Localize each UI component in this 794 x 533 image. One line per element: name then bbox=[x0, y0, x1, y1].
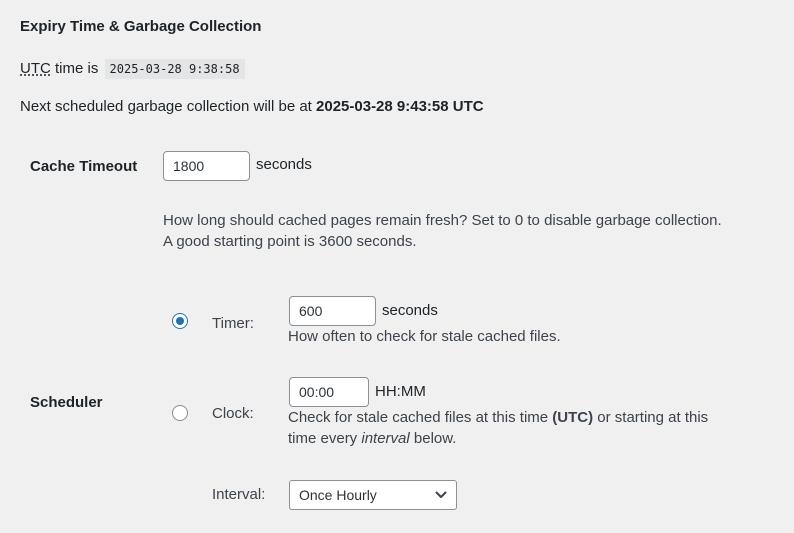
scheduler-label: Scheduler bbox=[30, 394, 103, 411]
cache-timeout-unit: seconds bbox=[256, 156, 312, 173]
utc-time-value: 2025-03-28 9:38:58 bbox=[104, 59, 245, 79]
next-gc-line: Next scheduled garbage collection will b… bbox=[20, 97, 484, 117]
timer-label: Timer: bbox=[212, 315, 254, 332]
clock-description-line1: Check for stale cached files at this tim… bbox=[288, 407, 708, 428]
interval-selected-value: Once Hourly bbox=[299, 487, 377, 503]
clock-desc-pre: Check for stale cached files at this tim… bbox=[288, 409, 553, 426]
clock-description-line2: time every interval below. bbox=[288, 428, 708, 449]
clock-label: Clock: bbox=[212, 405, 254, 422]
clock-desc2-interval: interval bbox=[361, 430, 410, 447]
cache-timeout-description: How long should cached pages remain fres… bbox=[163, 210, 722, 252]
clock-input[interactable] bbox=[289, 377, 369, 407]
garbage-collection-settings: Expiry Time & Garbage Collection UTC tim… bbox=[0, 0, 794, 533]
interval-label: Interval: bbox=[212, 486, 266, 503]
clock-desc-utc: (UTC) bbox=[552, 409, 594, 426]
interval-select[interactable]: Once Hourly bbox=[289, 480, 457, 510]
clock-desc-post: or starting at this bbox=[593, 409, 709, 426]
cache-timeout-description-line1: How long should cached pages remain fres… bbox=[163, 212, 722, 229]
next-gc-text: Next scheduled garbage collection will b… bbox=[20, 98, 317, 115]
next-gc-value: 2025-03-28 9:43:58 UTC bbox=[316, 98, 484, 115]
clock-radio[interactable] bbox=[172, 405, 188, 421]
chevron-down-icon bbox=[435, 491, 447, 498]
cache-timeout-label: Cache Timeout bbox=[30, 158, 138, 175]
cache-timeout-description-line2: A good starting point is 3600 seconds. bbox=[163, 233, 417, 250]
utc-time-label: time is bbox=[50, 60, 99, 77]
clock-desc2-pre: time every bbox=[288, 430, 362, 447]
clock-unit: HH:MM bbox=[375, 383, 426, 400]
clock-description: Check for stale cached files at this tim… bbox=[288, 407, 708, 449]
cache-timeout-input[interactable] bbox=[163, 151, 250, 181]
timer-input[interactable] bbox=[289, 296, 376, 326]
timer-radio[interactable] bbox=[172, 313, 188, 329]
timer-description: How often to check for stale cached file… bbox=[288, 328, 561, 345]
timer-unit: seconds bbox=[382, 302, 438, 319]
utc-abbr: UTC bbox=[20, 60, 51, 77]
clock-desc2-post: below. bbox=[409, 430, 457, 447]
section-title: Expiry Time & Garbage Collection bbox=[20, 18, 262, 35]
utc-time-line: UTC time is 2025-03-28 9:38:58 bbox=[20, 59, 245, 79]
